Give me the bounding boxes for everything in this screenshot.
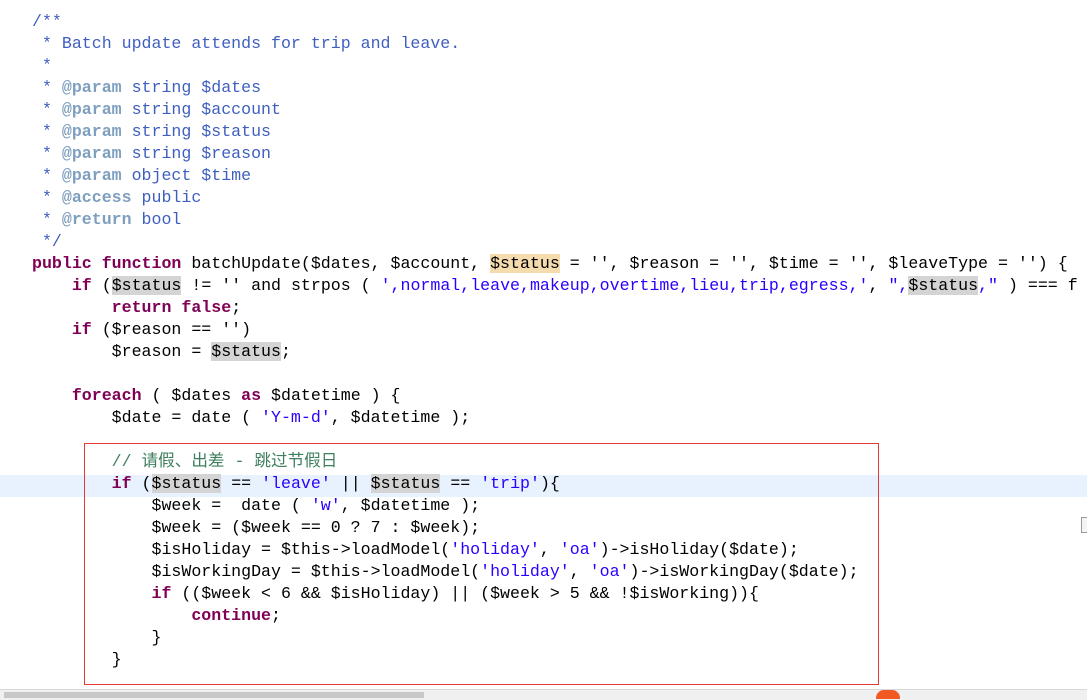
- code-token: string $status: [121, 122, 271, 141]
- code-token: @return: [61, 210, 132, 229]
- floating-widget-icon[interactable]: [876, 690, 900, 699]
- annotation-highlight-box: [84, 443, 879, 685]
- code-line[interactable]: if ($status != '' and strpos ( ',normal,…: [32, 275, 1078, 297]
- code-token: *: [32, 188, 62, 207]
- code-token: batchUpdate($dates, $account,: [181, 254, 491, 273]
- code-token: string $account: [121, 100, 281, 119]
- code-line[interactable]: * @param string $reason: [32, 143, 271, 165]
- code-token: if: [71, 276, 92, 295]
- code-token: (: [91, 276, 112, 295]
- code-line[interactable]: * @param string $account: [32, 99, 281, 121]
- code-token: *: [32, 166, 62, 185]
- vertical-scrollbar-marker[interactable]: [1081, 517, 1087, 533]
- code-line[interactable]: */: [32, 231, 62, 253]
- code-token: @param: [61, 122, 122, 141]
- code-token: string $dates: [121, 78, 262, 97]
- code-token: ) === f: [998, 276, 1078, 295]
- code-token: $date = date (: [32, 408, 262, 427]
- code-token: @param: [61, 78, 122, 97]
- code-token: $status: [211, 342, 281, 361]
- code-token: @param: [61, 144, 122, 163]
- horizontal-scrollbar[interactable]: [0, 689, 1087, 700]
- code-line[interactable]: public function batchUpdate($dates, $acc…: [32, 253, 1068, 275]
- code-token: *: [32, 56, 52, 75]
- code-token: ,": [978, 276, 998, 295]
- code-token: *: [32, 144, 62, 163]
- code-line[interactable]: $date = date ( 'Y-m-d', $datetime );: [32, 407, 471, 429]
- code-line[interactable]: foreach ( $dates as $datetime ) {: [32, 385, 401, 407]
- code-line[interactable]: * @return bool: [32, 209, 181, 231]
- code-token: public: [131, 188, 202, 207]
- code-token: /**: [32, 12, 62, 31]
- code-line[interactable]: if ($reason == ''): [32, 319, 251, 341]
- code-line[interactable]: * @access public: [32, 187, 201, 209]
- code-line[interactable]: return false;: [32, 297, 241, 319]
- code-line[interactable]: *: [32, 55, 52, 77]
- code-token: *: [32, 100, 62, 119]
- code-token: object $time: [121, 166, 252, 185]
- code-token: *: [32, 122, 62, 141]
- code-line[interactable]: /**: [32, 11, 62, 33]
- code-line[interactable]: * @param string $dates: [32, 77, 261, 99]
- code-token: $status: [490, 254, 560, 273]
- code-line[interactable]: * @param object $time: [32, 165, 251, 187]
- code-token: ($reason == ''): [91, 320, 252, 339]
- code-token: @param: [61, 100, 122, 119]
- code-token: ( $dates: [141, 386, 242, 405]
- code-editor[interactable]: /** * Batch update attends for trip and …: [0, 0, 1087, 688]
- code-token: bool: [131, 210, 182, 229]
- code-line[interactable]: $reason = $status;: [32, 341, 291, 363]
- code-token: function: [101, 254, 182, 273]
- code-token: */: [32, 232, 62, 251]
- code-token: ,: [868, 276, 889, 295]
- code-token: , $datetime );: [330, 408, 471, 427]
- code-token: public: [32, 254, 92, 273]
- code-token: 'Y-m-d': [261, 408, 331, 427]
- code-token: @access: [61, 188, 132, 207]
- code-token: $reason =: [32, 342, 212, 361]
- code-token: $status: [111, 276, 182, 295]
- code-token: return: [111, 298, 172, 317]
- horizontal-scrollbar-thumb[interactable]: [4, 692, 424, 698]
- code-token: @param: [61, 166, 122, 185]
- code-token: ;: [280, 342, 291, 361]
- code-token: * Batch update attends for trip and leav…: [32, 34, 461, 53]
- code-token: != '' and strpos (: [181, 276, 381, 295]
- code-token: if: [71, 320, 92, 339]
- code-token: false: [181, 298, 232, 317]
- code-token: = '', $reason = '', $time = '', $leaveTy…: [559, 254, 1068, 273]
- code-token: *: [32, 210, 62, 229]
- code-token: $datetime ) {: [261, 386, 401, 405]
- code-line[interactable]: * @param string $status: [32, 121, 271, 143]
- code-token: ;: [231, 298, 242, 317]
- code-token: ",: [888, 276, 909, 295]
- code-token: *: [32, 78, 62, 97]
- code-token: ',normal,leave,makeup,overtime,lieu,trip…: [380, 276, 869, 295]
- code-line[interactable]: * Batch update attends for trip and leav…: [32, 33, 460, 55]
- code-token: $status: [908, 276, 979, 295]
- code-token: as: [241, 386, 262, 405]
- code-token: string $reason: [121, 144, 271, 163]
- code-token: foreach: [71, 386, 142, 405]
